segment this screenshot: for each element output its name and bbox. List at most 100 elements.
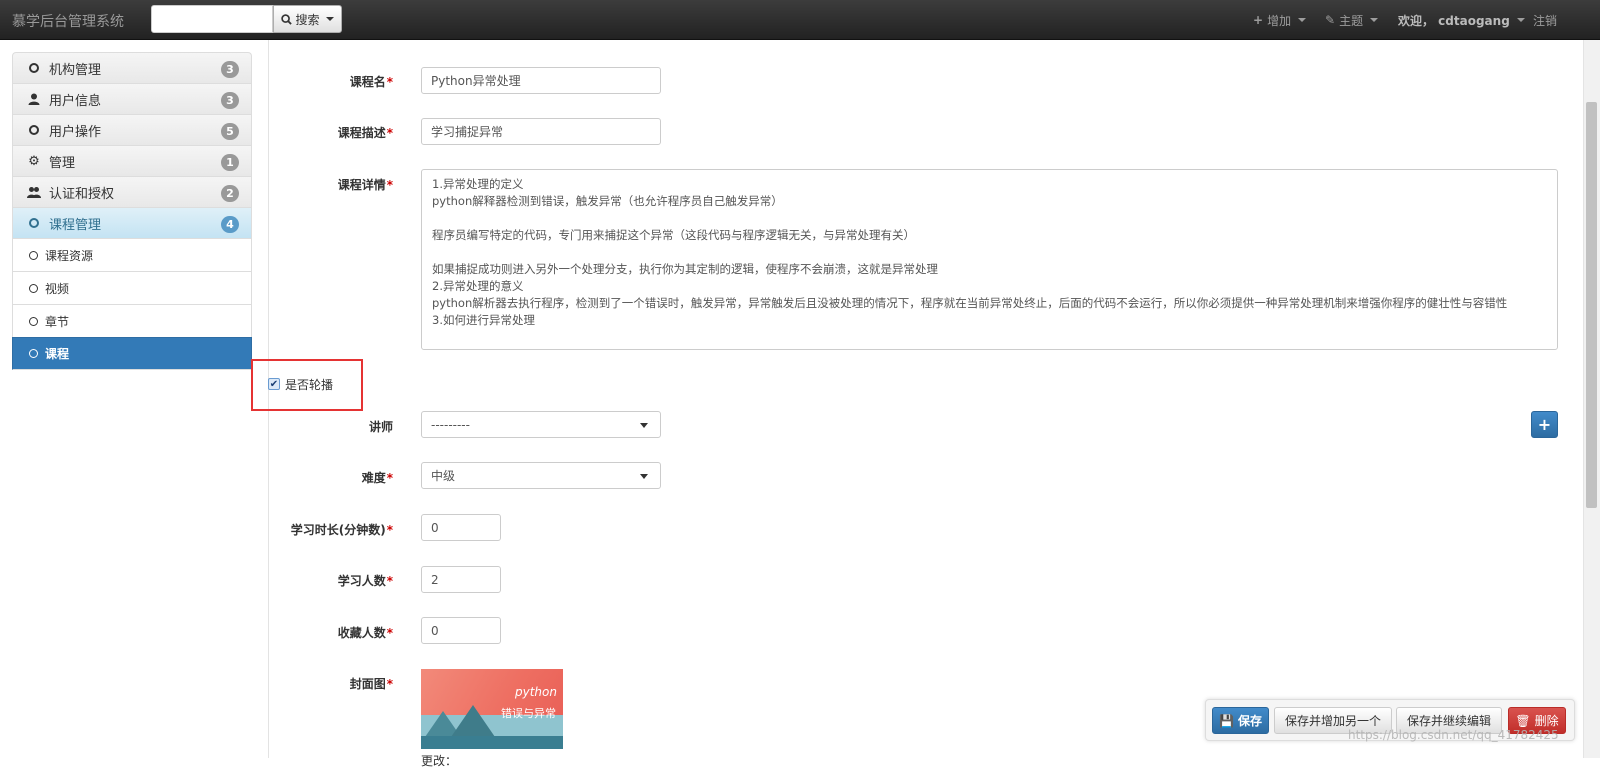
cover-title-text: 错误与异常 (501, 707, 556, 720)
watermark: https://blog.csdn.net/qq_41782425 (1348, 728, 1559, 742)
detail-line: 如果捕捉成功则进入另外一个处理分支，执行你为其定制的逻辑，使程序不会崩溃，这就是… (432, 262, 938, 276)
detail-line: 3.如何进行异常处理 (432, 313, 535, 327)
search-button[interactable]: 搜索 (273, 5, 342, 33)
search-input[interactable] (151, 5, 273, 33)
chevron-down-icon (1516, 18, 1525, 22)
fav-input[interactable]: 0 (421, 617, 501, 644)
sidebar-item-org[interactable]: 机构管理 3 (12, 52, 252, 83)
save-add-another-label: 保存并增加另一个 (1284, 714, 1381, 728)
course-name-label: 课程名* (349, 75, 393, 89)
detail-line (432, 244, 1547, 261)
search-icon (281, 13, 293, 25)
degree-select[interactable]: 中级 (421, 462, 661, 489)
count-badge: 3 (221, 61, 239, 78)
count-badge: 5 (221, 123, 239, 140)
chevron-down-icon (640, 474, 648, 479)
teacher-label: 讲师 (368, 420, 393, 434)
sidebar-item-course-mgmt[interactable]: 课程管理 4 (12, 207, 252, 238)
count-badge: 4 (221, 216, 239, 233)
change-label: 更改： (421, 754, 458, 768)
detail-line: 2.异常处理的意义 (432, 279, 524, 293)
carousel-checkbox[interactable]: ✔ (268, 378, 280, 390)
sidebar-subitem-label: 视频 (45, 281, 70, 296)
cover-label: 封面图* (349, 677, 393, 691)
cover-brand-text: python (515, 685, 557, 699)
detail-line: python解释器检测到错误，触发异常（也允许程序员自己触发异常） (432, 194, 783, 208)
circle-icon (29, 349, 38, 358)
save-icon: 💾 (1219, 713, 1234, 728)
detail-line: 1.异常处理的定义 (432, 177, 524, 191)
fav-label: 收藏人数* (337, 626, 393, 640)
chevron-down-icon (640, 423, 648, 428)
chevron-down-icon (1370, 18, 1379, 22)
brand-title[interactable]: 慕学后台管理系统 (12, 11, 124, 31)
theme-menu[interactable]: ✎ 主题 (1325, 0, 1379, 40)
user-menu[interactable]: 欢迎， cdtaogang (1398, 0, 1525, 40)
check-icon: ✔ (269, 378, 279, 390)
students-label: 学习人数* (337, 574, 393, 588)
circle-icon (27, 218, 41, 228)
add-menu-label: 增加 (1267, 13, 1292, 28)
logout-link[interactable]: 注销 (1533, 0, 1557, 40)
course-name-input[interactable]: Python异常处理 (421, 67, 661, 94)
add-teacher-button[interactable]: + (1531, 411, 1558, 438)
sidebar-subitem-video[interactable]: 视频 (12, 271, 252, 304)
learn-time-label: 学习时长(分钟数)* (290, 523, 393, 537)
chevron-down-icon (1298, 18, 1307, 22)
count-badge: 2 (221, 185, 239, 202)
circle-icon (29, 283, 38, 293)
course-desc-input[interactable]: 学习捕捉异常 (421, 118, 661, 145)
logout-label: 注销 (1533, 13, 1558, 28)
course-desc-label: 课程描述* (337, 126, 393, 140)
save-button[interactable]: 💾 保存 (1212, 707, 1269, 734)
sidebar-item-user-info[interactable]: 用户信息 3 (12, 83, 252, 114)
scrollbar-thumb[interactable] (1586, 102, 1597, 508)
circle-icon (27, 63, 41, 73)
detail-line (432, 210, 1547, 227)
gear-icon: ⚙ (28, 153, 40, 169)
sidebar-item-auth[interactable]: 认证和授权 2 (12, 176, 252, 207)
plus-icon: + (1537, 415, 1552, 434)
count-badge: 3 (221, 92, 239, 109)
main-content (268, 40, 1580, 758)
circle-icon (29, 250, 38, 260)
degree-select-value: 中级 (431, 469, 456, 483)
detail-line: 程序员编写特定的代码，专门用来捕捉这个异常（这段代码与程序逻辑无关，与异常处理有… (432, 228, 915, 242)
sidebar-item-label: 用户操作 (49, 124, 102, 140)
sidebar-subitem-course-resource[interactable]: 课程资源 (12, 238, 252, 271)
sidebar-subitem-chapter[interactable]: 章节 (12, 304, 252, 337)
add-menu[interactable]: + 增加 (1253, 0, 1307, 40)
circle-icon (27, 125, 41, 135)
user-icon (27, 93, 41, 105)
chevron-down-icon (325, 17, 334, 21)
course-detail-textarea[interactable]: 1.异常处理的定义 python解释器检测到错误，触发异常（也允许程序员自己触发… (421, 169, 1558, 350)
sidebar-item-label: 课程管理 (49, 217, 102, 233)
trash-icon: 🗑 (1515, 713, 1531, 728)
sidebar-item-label: 用户信息 (49, 93, 102, 109)
sidebar-subitem-course[interactable]: 课程 (12, 337, 252, 370)
degree-label: 难度* (361, 471, 393, 485)
detail-line: python解析器去执行程序，检测到了一个错误时，触发异常，异常触发后且没被处理… (432, 296, 1508, 310)
sidebar-subitem-label: 章节 (45, 314, 70, 329)
sidebar: 机构管理 3 用户信息 3 用户操作 5 ⚙ 管理 1 认证和授权 2 课程管理… (12, 52, 252, 370)
circle-icon (29, 316, 38, 326)
delete-button-label: 删除 (1534, 714, 1559, 728)
cover-image[interactable]: python 错误与异常 (421, 669, 563, 749)
carousel-label[interactable]: 是否轮播 (285, 376, 333, 393)
students-input[interactable]: 2 (421, 566, 501, 593)
user-menu-label: 欢迎， cdtaogang (1398, 13, 1510, 28)
teacher-select[interactable]: --------- (421, 411, 661, 438)
sidebar-item-admin[interactable]: ⚙ 管理 1 (12, 145, 252, 176)
plus-icon: + (1253, 13, 1264, 27)
learn-time-input[interactable]: 0 (421, 514, 501, 541)
sidebar-item-label: 机构管理 (49, 62, 102, 78)
save-button-label: 保存 (1237, 714, 1262, 728)
teacher-select-value: --------- (431, 417, 470, 432)
sidebar-subitem-label: 课程 (45, 347, 70, 361)
sidebar-item-label: 认证和授权 (49, 186, 115, 202)
count-badge: 1 (221, 154, 239, 171)
course-detail-label: 课程详情* (337, 178, 393, 192)
sidebar-item-user-ops[interactable]: 用户操作 5 (12, 114, 252, 145)
sidebar-item-label: 管理 (49, 155, 76, 171)
top-navbar: 慕学后台管理系统 搜索 + 增加 ✎ 主题 欢迎， cdtaogang 注销 (0, 0, 1600, 40)
